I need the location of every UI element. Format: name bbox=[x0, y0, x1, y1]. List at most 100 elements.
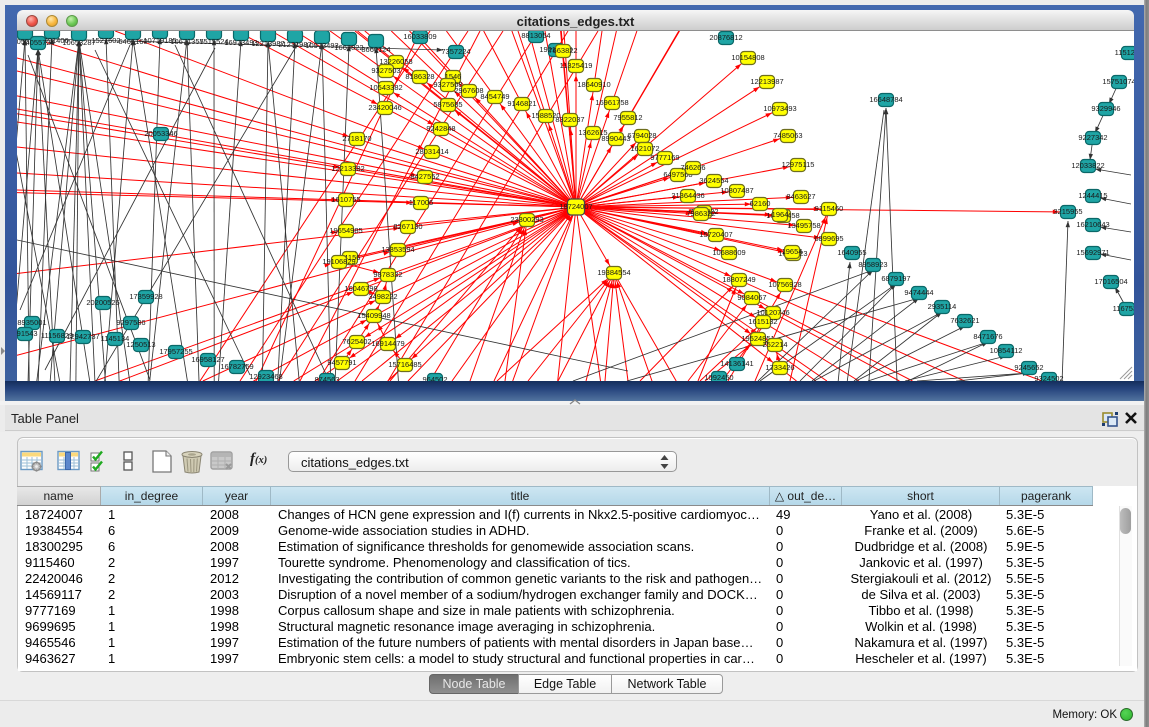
svg-text:23300293: 23300293 bbox=[510, 215, 543, 224]
svg-text:8813054: 8813054 bbox=[521, 31, 550, 40]
svg-text:6899695: 6899695 bbox=[814, 234, 843, 243]
svg-text:1663822: 1663822 bbox=[334, 43, 363, 52]
svg-text:1167534: 1167534 bbox=[1113, 304, 1134, 313]
svg-text:7485063: 7485063 bbox=[773, 131, 802, 140]
svg-text:1145134: 1145134 bbox=[101, 334, 130, 343]
svg-text:1527602: 1527602 bbox=[91, 36, 120, 45]
svg-text:12213987: 12213987 bbox=[750, 77, 783, 86]
svg-text:12942737: 12942737 bbox=[66, 332, 99, 341]
svg-text:8935001: 8935001 bbox=[17, 318, 46, 327]
svg-text:62160: 62160 bbox=[750, 199, 771, 208]
svg-text:10973493: 10973493 bbox=[763, 104, 796, 113]
svg-text:6879197: 6879197 bbox=[881, 274, 910, 283]
svg-text:8463627: 8463627 bbox=[786, 192, 815, 201]
svg-text:9777169: 9777169 bbox=[650, 153, 679, 162]
svg-text:10543382: 10543382 bbox=[369, 83, 402, 92]
svg-text:9146821: 9146821 bbox=[507, 99, 536, 108]
svg-text:9115460: 9115460 bbox=[815, 204, 844, 213]
svg-text:8427552: 8427552 bbox=[410, 172, 439, 181]
svg-text:6794028: 6794028 bbox=[627, 131, 656, 140]
svg-text:3498222: 3498222 bbox=[368, 292, 397, 301]
svg-text:9878332: 9878332 bbox=[373, 270, 402, 279]
svg-text:9245652: 9245652 bbox=[1014, 363, 1043, 372]
svg-text:1250513: 1250513 bbox=[126, 340, 155, 349]
svg-text:9227342: 9227342 bbox=[1078, 133, 1107, 142]
svg-text:8454749: 8454749 bbox=[480, 92, 509, 101]
svg-text:8990443: 8990443 bbox=[601, 134, 630, 143]
svg-text:19106829: 19106829 bbox=[322, 257, 355, 266]
svg-text:7357224: 7357224 bbox=[441, 47, 470, 56]
svg-text:964502: 964502 bbox=[422, 375, 447, 381]
svg-text:23420046: 23420046 bbox=[368, 103, 401, 112]
svg-text:10154808: 10154808 bbox=[731, 53, 764, 62]
svg-text:2967608: 2967608 bbox=[454, 86, 483, 95]
svg-text:9297586: 9297586 bbox=[116, 318, 145, 327]
svg-text:5875685: 5875685 bbox=[433, 100, 462, 109]
svg-text:2718170: 2718170 bbox=[342, 134, 371, 143]
svg-text:13495758: 13495758 bbox=[787, 221, 820, 230]
svg-text:10807487: 10807487 bbox=[720, 186, 753, 195]
svg-text:8267130: 8267130 bbox=[393, 222, 422, 231]
svg-text:16033809: 16033809 bbox=[403, 32, 436, 41]
svg-text:20876812: 20876812 bbox=[709, 33, 742, 42]
svg-text:391543: 391543 bbox=[17, 329, 38, 338]
svg-text:15409948: 15409948 bbox=[357, 311, 390, 320]
svg-text:3215955: 3215955 bbox=[1053, 207, 1082, 216]
svg-text:7986322: 7986322 bbox=[686, 209, 715, 218]
svg-text:9327503: 9327503 bbox=[371, 66, 400, 75]
svg-text:17957255: 17957255 bbox=[159, 347, 192, 356]
svg-text:8958923: 8958923 bbox=[858, 260, 887, 269]
svg-text:117006: 117006 bbox=[409, 198, 433, 207]
svg-text:252214: 252214 bbox=[762, 340, 787, 349]
svg-text:20200526: 20200526 bbox=[86, 298, 119, 307]
svg-text:9084067: 9084067 bbox=[737, 293, 766, 302]
svg-text:8471676: 8471676 bbox=[973, 332, 1002, 341]
svg-text:10854112: 10854112 bbox=[990, 346, 1023, 355]
svg-text:16961758: 16961758 bbox=[595, 98, 628, 107]
svg-text:1151234: 1151234 bbox=[1115, 48, 1134, 57]
svg-text:18807249: 18807249 bbox=[722, 275, 755, 284]
svg-text:8186328: 8186328 bbox=[405, 72, 434, 81]
svg-text:13353594: 13353594 bbox=[381, 245, 414, 254]
svg-text:15751074: 15751074 bbox=[1102, 77, 1134, 86]
svg-text:746266: 746266 bbox=[680, 163, 705, 172]
svg-text:10688609: 10688609 bbox=[712, 248, 745, 257]
svg-text:9474444: 9474444 bbox=[904, 288, 933, 297]
svg-text:3624554: 3624554 bbox=[699, 176, 728, 185]
svg-text:7625402: 7625402 bbox=[342, 337, 371, 346]
svg-text:10756928: 10756928 bbox=[768, 280, 801, 289]
svg-text:15692971: 15692971 bbox=[1076, 248, 1109, 257]
svg-text:1621072: 1621072 bbox=[630, 144, 659, 153]
svg-text:1615132: 1615132 bbox=[748, 317, 777, 326]
svg-text:1640955: 1640955 bbox=[837, 248, 866, 257]
svg-text:12213382: 12213382 bbox=[331, 164, 364, 173]
svg-text:28031414: 28031414 bbox=[415, 147, 448, 156]
svg-text:7663822: 7663822 bbox=[548, 46, 577, 55]
svg-text:16782759: 16782759 bbox=[220, 362, 253, 371]
svg-text:14055724: 14055724 bbox=[21, 38, 54, 47]
svg-text:7955812: 7955812 bbox=[613, 113, 642, 122]
svg-text:14136141: 14136141 bbox=[720, 359, 753, 368]
svg-text:16914479: 16914479 bbox=[371, 339, 404, 348]
svg-text:15720407: 15720407 bbox=[699, 230, 732, 239]
svg-text:11325419: 11325419 bbox=[560, 61, 593, 70]
svg-text:18724007: 18724007 bbox=[559, 202, 592, 211]
svg-text:16648784: 16648784 bbox=[869, 95, 902, 104]
svg-text:1610755: 1610755 bbox=[331, 195, 360, 204]
svg-text:8660124: 8660124 bbox=[361, 45, 390, 54]
svg-text:12975115: 12975115 bbox=[782, 160, 815, 169]
svg-text:1092450: 1092450 bbox=[704, 373, 733, 381]
svg-text:19654985: 19654985 bbox=[329, 226, 362, 235]
svg-text:2935114: 2935114 bbox=[928, 302, 957, 311]
svg-text:15716485: 15716485 bbox=[388, 360, 421, 369]
svg-text:7632621: 7632621 bbox=[950, 316, 979, 325]
svg-text:16210643: 16210643 bbox=[1076, 220, 1109, 229]
svg-text:9457791: 9457791 bbox=[327, 358, 356, 367]
svg-text:1964: 1964 bbox=[772, 210, 789, 219]
svg-text:9242848: 9242848 bbox=[426, 124, 455, 133]
svg-text:21364436: 21364436 bbox=[671, 191, 704, 200]
svg-text:8322037: 8322037 bbox=[555, 115, 584, 124]
svg-text:12033822: 12033822 bbox=[1071, 161, 1104, 170]
svg-text:19384554: 19384554 bbox=[597, 268, 630, 277]
svg-text:1244415: 1244415 bbox=[1078, 191, 1107, 200]
